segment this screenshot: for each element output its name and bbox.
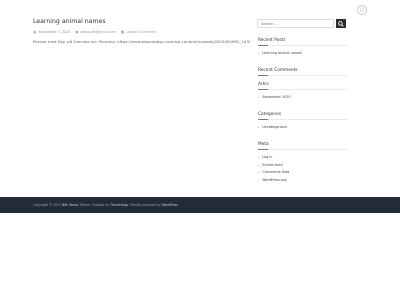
bullet-icon: › [258, 125, 260, 129]
search-toggle-icon[interactable]: ○ [357, 5, 367, 15]
post-excerpt: Pexsoe med Djur på Svenska och Persiska.… [33, 39, 250, 44]
title-accent-line [258, 45, 268, 46]
widget-meta: Meta › Log in › Entries feed › Comments … [258, 142, 350, 184]
post-date[interactable]: ▣ September 4, 2020 [33, 30, 70, 34]
category-item[interactable]: › Uncategorized [258, 124, 350, 132]
archive-item[interactable]: › September 2020 [258, 94, 350, 102]
footer-theme-author-link[interactable]: ThemeInwp [110, 203, 128, 207]
widget-title: Categories [258, 112, 350, 120]
bullet-icon: › [258, 155, 260, 159]
title-accent-line [258, 89, 268, 90]
title-accent-line [258, 119, 268, 120]
widget-recent-comments: Recent Comments [258, 68, 350, 76]
comment-icon: ■ [120, 30, 125, 34]
bullet-icon: › [258, 51, 260, 55]
widget-archives: Arkiv › September 2020 [258, 82, 350, 102]
site-footer: Copyright © 2022 Nöh Skans Theme: Fooder… [0, 197, 400, 213]
post-comments[interactable]: ■ Leave a Comment [121, 30, 156, 34]
post-author-text: wfasg.ad@gmail.com [80, 30, 116, 34]
title-accent-line [258, 75, 268, 76]
meta-item-wordpress-org[interactable]: › WordPress.org [258, 177, 350, 185]
post-comments-text: Leave a Comment [126, 30, 157, 34]
widget-title: Recent Posts [258, 38, 350, 46]
meta-item-login[interactable]: › Log in [258, 154, 350, 162]
title-accent-line [258, 149, 268, 150]
meta-item-entries-feed[interactable]: › Entries feed [258, 162, 350, 170]
recent-post-item[interactable]: › Learning animal names [258, 50, 350, 58]
sidebar-search [257, 19, 346, 29]
footer-site-link[interactable]: Nöh Skans [62, 203, 78, 207]
post-title[interactable]: Learning animal names [33, 18, 106, 25]
bullet-icon: › [258, 170, 260, 175]
widget-title: Arkiv [258, 82, 350, 90]
bullet-icon: › [258, 177, 260, 182]
bullet-icon: › [258, 162, 260, 167]
user-icon: ● [75, 30, 79, 34]
widget-title: Recent Comments [258, 68, 350, 76]
calendar-icon: ▣ [33, 30, 37, 34]
widget-categories: Categories › Uncategorized [258, 112, 350, 132]
footer-credits: Copyright © 2022 Nöh Skans Theme: Fooder… [33, 203, 179, 207]
post-author[interactable]: ● wfasg.ad@gmail.com [75, 30, 116, 34]
search-button[interactable] [336, 19, 346, 28]
widget-recent-posts: Recent Posts › Learning animal names [258, 38, 350, 58]
meta-item-comments-feed[interactable]: › Comments feed [258, 169, 350, 177]
search-input[interactable] [257, 19, 334, 28]
footer-wordpress-link[interactable]: WordPress [162, 203, 178, 207]
post-date-text: September 4, 2020 [38, 30, 71, 34]
search-icon [338, 20, 344, 27]
post-meta: ▣ September 4, 2020 ● wfasg.ad@gmail.com… [33, 30, 156, 34]
widget-title: Meta [258, 142, 350, 150]
bullet-icon: › [258, 95, 260, 99]
